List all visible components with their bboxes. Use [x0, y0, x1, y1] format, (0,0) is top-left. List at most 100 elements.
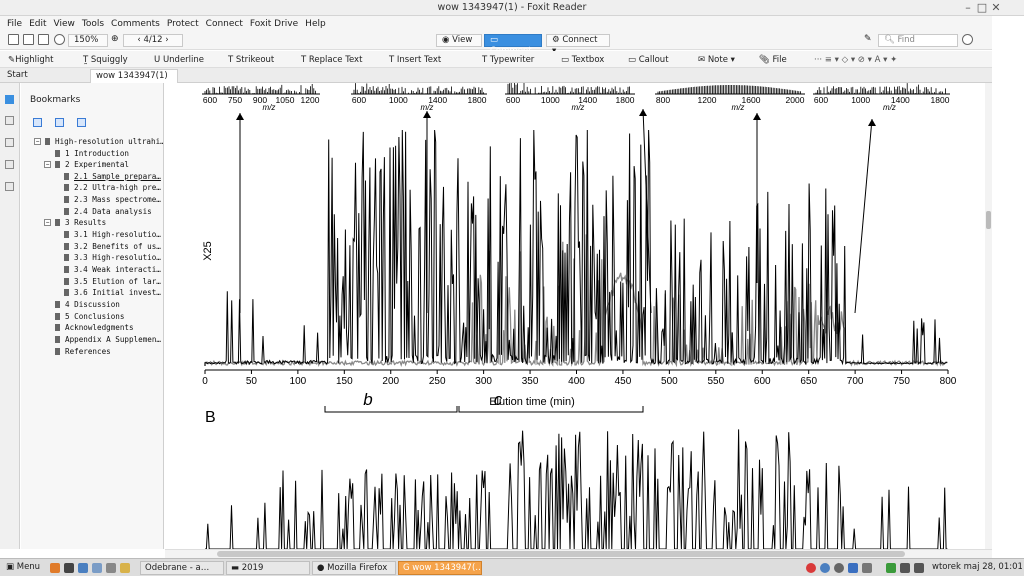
find-input[interactable]: 🔍︎ Find — [878, 34, 958, 47]
clock[interactable]: wtorek maj 28, 01:01 — [928, 561, 1022, 575]
print-icon[interactable] — [23, 34, 34, 45]
thunderbird-launcher-icon[interactable] — [78, 563, 88, 573]
menu-view[interactable]: View — [54, 19, 75, 29]
bookmark-item[interactable]: − 2 Experimental — [44, 160, 129, 169]
replace-text-tool[interactable]: T Replace Text — [301, 55, 362, 65]
bookmark-item-selected[interactable]: 2.1 Sample prepara… — [64, 172, 161, 181]
firefox-launcher-icon[interactable] — [50, 563, 60, 573]
horizontal-scroll-thumb[interactable] — [217, 551, 905, 557]
task-foxit-reader[interactable]: G wow 1343947(… — [398, 561, 482, 575]
bookmark-item[interactable]: 3.2 Benefits of us… — [64, 242, 161, 251]
menu-file[interactable]: File — [7, 19, 22, 29]
save-icon[interactable] — [38, 34, 49, 45]
bookmark-item[interactable]: 5 Conclusions — [55, 312, 124, 321]
underline-tool[interactable]: U Underline — [154, 55, 204, 65]
app-launcher-icon[interactable] — [92, 563, 102, 573]
x25-label: X25 — [202, 241, 214, 261]
maximize-icon[interactable]: □ — [975, 1, 989, 14]
highlight-tool[interactable]: ✎Highlight — [8, 55, 54, 65]
more-tools-icon[interactable]: ··· ≡ ▾ ◇ ▾ ⊘ ▾ A ▾ ✦ — [814, 55, 897, 65]
network-icon[interactable] — [900, 563, 910, 573]
vertical-scroll-thumb[interactable] — [986, 211, 991, 229]
bookmark-item[interactable]: 3.5 Elution of lar… — [64, 277, 161, 286]
tray-icon[interactable] — [862, 563, 872, 573]
bookmark-item[interactable]: Appendix A Supplemen… — [55, 335, 161, 344]
bookmark-item[interactable]: 3.4 Weak interacti… — [64, 265, 161, 274]
bookmark-item[interactable]: 2.3 Mass spectrome… — [64, 195, 161, 204]
menu-tools[interactable]: Tools — [82, 19, 104, 29]
bluetooth-icon[interactable] — [848, 563, 858, 573]
bookmark-item[interactable]: 3.1 High-resolutio… — [64, 230, 161, 239]
menu-connect[interactable]: Connect — [206, 19, 243, 29]
bookmark-item[interactable]: 4 Discussion — [55, 300, 120, 309]
menu-help[interactable]: Help — [305, 19, 326, 29]
volume-icon[interactable] — [914, 563, 924, 573]
insert-text-tool[interactable]: T Insert Text — [389, 55, 441, 65]
tab-start[interactable]: Start — [2, 69, 87, 83]
page-navigator[interactable]: ‹ 4/12 › — [123, 34, 183, 47]
collapse-icon[interactable]: − — [44, 219, 51, 226]
page-number[interactable]: 4/12 — [143, 35, 162, 45]
squiggly-tool[interactable]: T̰ Squiggly — [83, 55, 128, 65]
task-thunderbird[interactable]: Odebrane - a… — [140, 561, 224, 575]
mail-tray-icon[interactable] — [806, 563, 816, 573]
task-firefox[interactable]: ● Mozilla Firefox — [312, 561, 396, 575]
folder-launcher-icon[interactable] — [120, 563, 130, 573]
bookmark-item[interactable]: − High-resolution ultrahi… — [34, 137, 163, 146]
textbox-tool[interactable]: ▭ Textbox — [561, 55, 604, 65]
bookmark-item[interactable]: 2.2 Ultra-high pre… — [64, 183, 161, 192]
update-icon[interactable] — [886, 563, 896, 573]
note-tool[interactable]: ✉ Note ▾ — [698, 55, 735, 65]
connect-mode-button[interactable]: ⚙ Connect ▾ — [546, 34, 610, 56]
bookmark-item[interactable]: 2.4 Data analysis — [64, 207, 152, 216]
bookmark-delete-icon[interactable] — [77, 118, 86, 127]
bookmark-item[interactable]: 3.6 Initial invest… — [64, 288, 161, 297]
task-folder[interactable]: ▬ 2019 — [226, 561, 310, 575]
attachments-panel-icon[interactable] — [5, 138, 14, 147]
view-mode-button[interactable]: ◉ View — [436, 34, 482, 47]
terminal-launcher-icon[interactable] — [64, 563, 74, 573]
open-icon[interactable] — [8, 34, 19, 45]
bookmark-item[interactable]: References — [55, 347, 111, 356]
files-launcher-icon[interactable] — [106, 563, 116, 573]
bookmark-label: 3 Results — [65, 218, 107, 227]
minimize-icon[interactable]: – — [961, 1, 975, 14]
layers-panel-icon[interactable] — [5, 160, 14, 169]
settings-icon[interactable] — [962, 34, 973, 45]
bookmark-expand-icon[interactable] — [33, 118, 42, 127]
zoom-select[interactable]: 150% — [68, 34, 108, 47]
vertical-scrollbar[interactable] — [985, 83, 992, 549]
tray-icon[interactable] — [834, 563, 844, 573]
inset-tick-label: 1200 — [698, 95, 717, 105]
zoom-out-icon[interactable] — [54, 34, 65, 45]
tray-icon[interactable] — [820, 563, 830, 573]
bookmark-item[interactable]: 3.3 High-resolutio… — [64, 253, 161, 262]
collapse-icon[interactable]: − — [44, 161, 51, 168]
callout-tool[interactable]: ▭ Callout — [628, 55, 669, 65]
pages-panel-icon[interactable] — [5, 116, 14, 125]
bookmark-panel-icon[interactable] — [5, 95, 14, 104]
menu-comments[interactable]: Comments — [111, 19, 160, 29]
tab-document[interactable]: wow 1343947(1) ✕ — [90, 69, 178, 94]
bookmark-item[interactable]: − 3 Results — [44, 218, 107, 227]
comment-mode-button[interactable]: ▭ Comment — [484, 34, 542, 56]
collapse-icon[interactable]: − — [34, 138, 41, 145]
menu-edit[interactable]: Edit — [29, 19, 46, 29]
typewriter-tool[interactable]: T Typewriter — [482, 55, 534, 65]
file-label: File — [772, 55, 787, 65]
horizontal-scrollbar[interactable] — [165, 549, 992, 558]
bookmark-label: 3.5 Elution of lar… — [74, 277, 161, 286]
bookmark-item[interactable]: Acknowledgments — [55, 323, 134, 332]
file-tool[interactable]: 📎︎ File — [759, 55, 787, 65]
menu-protect[interactable]: Protect — [167, 19, 199, 29]
zoom-in-icon[interactable]: ⊕ — [111, 34, 122, 45]
menu-foxit-drive[interactable]: Foxit Drive — [250, 19, 298, 29]
document-view[interactable]: 600 750 900 1050 1200 m/z 600 1000 1400 1800 m/z 60… — [165, 83, 985, 549]
bookmark-item[interactable]: 1 Introduction — [55, 149, 129, 158]
start-menu-button[interactable]: ▣ Menu — [2, 561, 46, 575]
pen-icon[interactable]: ✎ — [864, 34, 875, 45]
bookmark-add-icon[interactable] — [55, 118, 64, 127]
close-icon[interactable]: ✕ — [989, 1, 1003, 14]
signatures-panel-icon[interactable] — [5, 182, 14, 191]
strikeout-tool[interactable]: T Strikeout — [228, 55, 274, 65]
